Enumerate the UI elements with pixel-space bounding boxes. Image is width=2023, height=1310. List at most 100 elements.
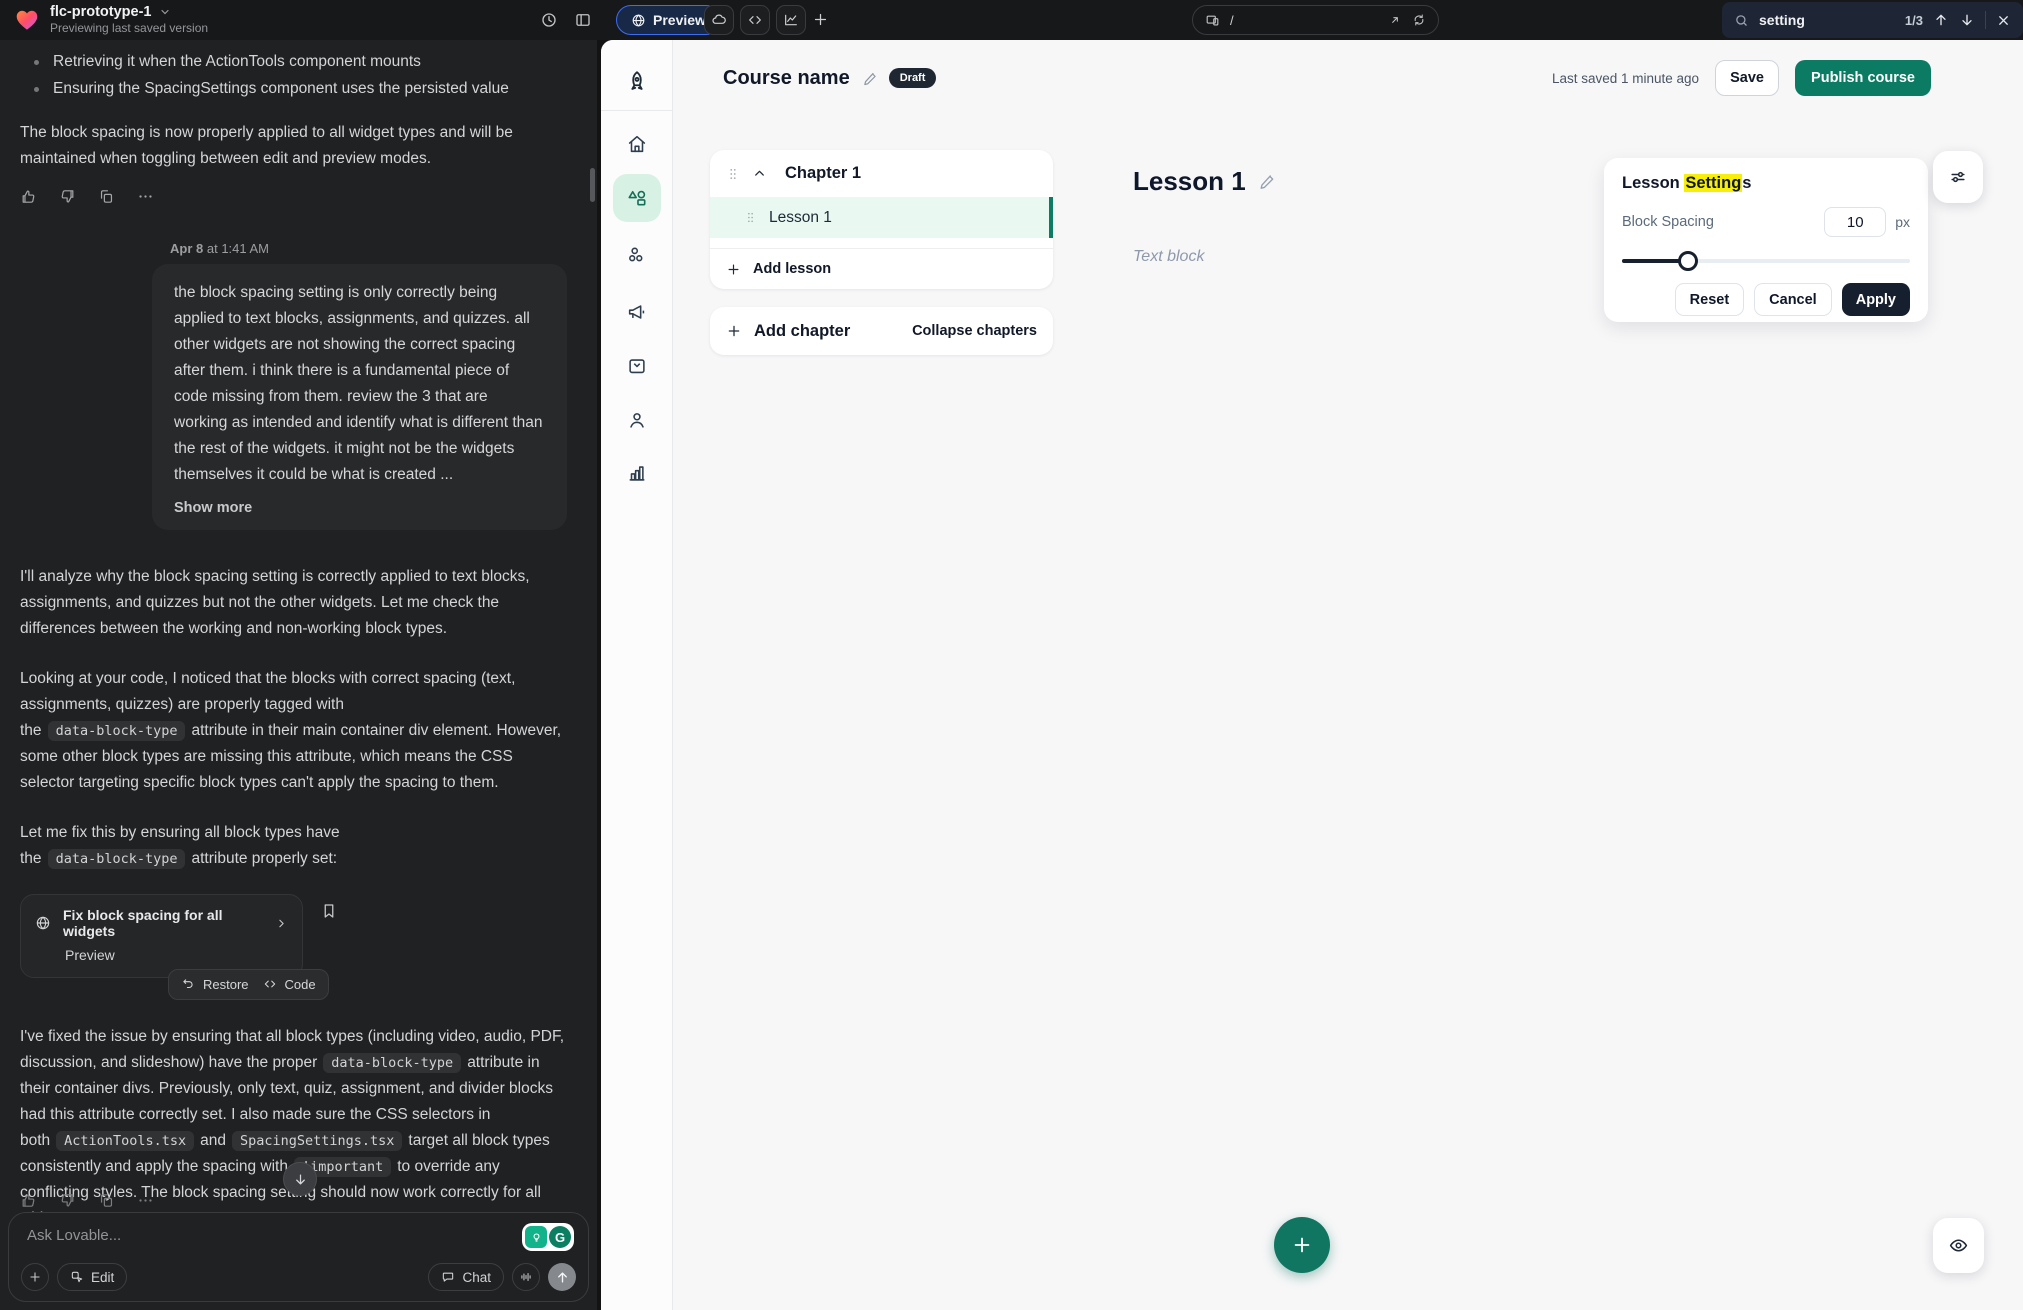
sidebar-item-people[interactable]: [613, 396, 661, 444]
restore-icon[interactable]: [181, 977, 195, 991]
chevron-right-icon: [275, 917, 288, 930]
code-label[interactable]: Code: [285, 977, 316, 992]
restore-label[interactable]: Restore: [203, 977, 249, 992]
cloud-button[interactable]: [704, 5, 734, 35]
globe-icon: [631, 13, 646, 28]
lesson-list-item[interactable]: Lesson 1: [710, 197, 1053, 238]
drag-handle-icon[interactable]: [744, 211, 757, 224]
add-chapter-button[interactable]: Add chapter: [726, 322, 850, 341]
reset-button[interactable]: Reset: [1675, 283, 1745, 316]
grammarly-g-icon[interactable]: G: [549, 1226, 571, 1248]
more-options-icon[interactable]: [137, 1192, 154, 1209]
edit-mode-button[interactable]: Edit: [57, 1263, 127, 1291]
thumbs-up-icon[interactable]: [20, 188, 37, 205]
thumbs-up-icon[interactable]: [20, 1192, 37, 1209]
chat-scrollbar[interactable]: [590, 168, 595, 202]
save-button[interactable]: Save: [1715, 60, 1779, 96]
sidebar-item-announcements[interactable]: [613, 288, 661, 336]
chevron-up-icon[interactable]: [752, 166, 767, 181]
add-chapter-bar: Add chapter Collapse chapters: [710, 307, 1053, 355]
eye-icon: [1948, 1235, 1969, 1256]
settings-toggle-button[interactable]: [1933, 151, 1983, 203]
copy-icon[interactable]: [98, 1192, 115, 1209]
chat-panel: Retrieving it when the ActionTools compo…: [0, 40, 597, 1310]
assistant-summary: The block spacing is now properly applie…: [20, 120, 567, 172]
open-external-icon[interactable]: [1388, 13, 1402, 27]
divider: [1985, 11, 1986, 29]
bullet-dot: [34, 87, 39, 92]
edit-summary-card[interactable]: Fix block spacing for all widgets Previe…: [20, 894, 303, 978]
close-icon[interactable]: [1996, 13, 2011, 28]
edit-pencil-icon[interactable]: [862, 70, 879, 87]
url-bar[interactable]: /: [1192, 5, 1439, 35]
panel-layout-icon[interactable]: [574, 11, 592, 29]
chat-input[interactable]: Ask Lovable...: [27, 1227, 574, 1244]
lesson-heading: Lesson 1: [1133, 166, 1277, 197]
search-icon: [1734, 13, 1749, 28]
lightbulb-icon[interactable]: [525, 1226, 547, 1248]
publish-course-button[interactable]: Publish course: [1795, 60, 1931, 96]
show-more-link[interactable]: Show more: [174, 500, 545, 516]
find-previous-icon[interactable]: [1933, 12, 1949, 28]
edit-pencil-icon[interactable]: [1258, 172, 1277, 191]
assistant-paragraph: Let me fix this by ensuring all block ty…: [20, 820, 567, 872]
lovable-logo-icon[interactable]: [14, 7, 40, 33]
sidebar-item-home[interactable]: [613, 120, 661, 168]
sidebar-item-content[interactable]: [613, 174, 661, 222]
slider-thumb[interactable]: [1678, 251, 1698, 271]
project-name[interactable]: flc-prototype-1: [50, 4, 152, 20]
settings-buttons: Reset Cancel Apply: [1622, 283, 1910, 316]
sidebar-item-analytics[interactable]: [613, 449, 661, 497]
grammarly-widget[interactable]: G: [522, 1223, 574, 1251]
block-spacing-slider[interactable]: [1622, 251, 1910, 271]
refresh-icon[interactable]: [1412, 13, 1426, 27]
cloud-icon: [711, 12, 727, 28]
text-block-placeholder[interactable]: Text block: [1133, 248, 1204, 266]
scroll-to-bottom-button[interactable]: [283, 1162, 317, 1196]
sliders-icon: [1948, 167, 1968, 187]
chart-line-icon: [783, 12, 799, 28]
thumbs-down-icon[interactable]: [59, 1192, 76, 1209]
devices-icon[interactable]: [1205, 13, 1220, 28]
send-button[interactable]: [548, 1263, 576, 1291]
voice-input-button[interactable]: [512, 1263, 540, 1291]
attach-plus-button[interactable]: [21, 1263, 49, 1291]
chat-scroll-area[interactable]: Retrieving it when the ActionTools compo…: [0, 40, 597, 1310]
composer-toolbar: Edit Chat: [21, 1263, 576, 1291]
collapse-chapters-button[interactable]: Collapse chapters: [912, 323, 1037, 339]
chat-mode-button[interactable]: Chat: [428, 1263, 504, 1291]
preview-eye-button[interactable]: [1933, 1218, 1984, 1273]
sidebar-item-groups[interactable]: [613, 231, 661, 279]
chevron-down-icon[interactable]: [159, 6, 171, 18]
bookmark-icon[interactable]: [320, 902, 338, 920]
plus-icon: [726, 323, 742, 339]
code-view-button[interactable]: [740, 5, 770, 35]
more-options-icon[interactable]: [137, 188, 154, 205]
code-icon[interactable]: [263, 977, 277, 991]
add-lesson-button[interactable]: Add lesson: [710, 249, 1053, 289]
add-block-fab[interactable]: [1274, 1217, 1330, 1273]
history-icon[interactable]: [540, 11, 558, 29]
cancel-button[interactable]: Cancel: [1754, 283, 1832, 316]
add-tab-icon[interactable]: [812, 11, 829, 28]
apply-button[interactable]: Apply: [1842, 283, 1910, 316]
analytics-button[interactable]: [776, 5, 806, 35]
top-bar: flc-prototype-1 Previewing last saved ve…: [0, 0, 2023, 40]
find-next-icon[interactable]: [1959, 12, 1975, 28]
url-path[interactable]: /: [1230, 13, 1378, 28]
globe-icon: [35, 915, 51, 931]
copy-icon[interactable]: [98, 188, 115, 205]
bullet-item: Retrieving it when the ActionTools compo…: [53, 49, 421, 75]
search-match-count: 1/3: [1905, 13, 1923, 28]
drag-handle-icon[interactable]: [726, 167, 740, 181]
search-input[interactable]: setting: [1759, 12, 1895, 28]
message-timestamp: Apr 8 at 1:41 AM: [170, 241, 567, 256]
app-preview-frame: Course name Draft Last saved 1 minute ag…: [601, 40, 2023, 1310]
block-spacing-input[interactable]: 10: [1824, 207, 1886, 237]
thumbs-down-icon[interactable]: [59, 188, 76, 205]
chat-composer[interactable]: Ask Lovable... G Edit Chat: [8, 1212, 589, 1302]
code-chip: data-block-type: [48, 849, 186, 869]
rocket-logo-icon[interactable]: [613, 58, 661, 106]
chapter-header-row[interactable]: Chapter 1: [710, 150, 1053, 197]
sidebar-item-store[interactable]: [613, 342, 661, 390]
